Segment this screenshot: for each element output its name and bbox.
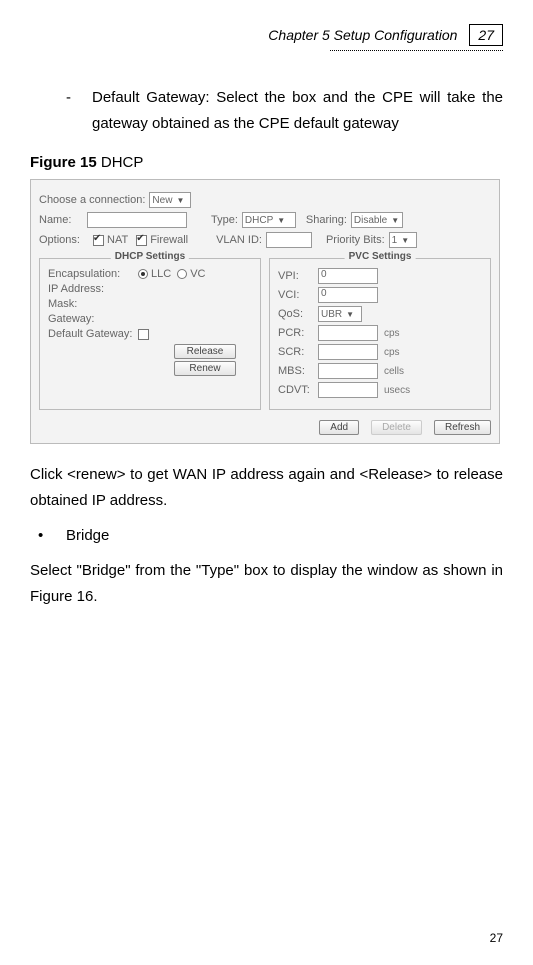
dash-bullet: -: [66, 85, 92, 136]
encap-llc-radio[interactable]: [138, 269, 148, 279]
pcr-unit: cps: [384, 328, 400, 339]
mask-label: Mask:: [48, 298, 138, 310]
mbs-unit: cells: [384, 366, 404, 377]
cdvt-label: CDVT:: [278, 384, 318, 396]
sharing-value: Disable: [354, 215, 387, 226]
choose-connection-select[interactable]: New ▼: [149, 192, 191, 208]
encapsulation-label: Encapsulation:: [48, 268, 138, 280]
mbs-input[interactable]: [318, 363, 378, 379]
pvc-settings-legend: PVC Settings: [345, 251, 416, 262]
priority-select[interactable]: 1 ▼: [389, 232, 417, 248]
default-gateway-checkbox[interactable]: [138, 329, 149, 340]
vci-input[interactable]: 0: [318, 287, 378, 303]
footer-page-number: 27: [490, 931, 503, 945]
sharing-select[interactable]: Disable ▼: [351, 212, 403, 228]
gateway-label: Gateway:: [48, 313, 138, 325]
scr-label: SCR:: [278, 346, 318, 358]
chevron-down-icon: ▼: [346, 310, 354, 319]
encap-vc-label: VC: [190, 268, 205, 280]
qos-select[interactable]: UBR ▼: [318, 306, 362, 322]
pvc-settings-group: PVC Settings VPI:0 VCI:0 QoS: UBR ▼ PCR:…: [269, 258, 491, 410]
firewall-checkbox[interactable]: [136, 235, 147, 246]
header-underline: [330, 50, 503, 51]
bullet-dot: •: [38, 527, 66, 544]
nat-checkbox[interactable]: [93, 235, 104, 246]
options-label: Options:: [39, 234, 89, 246]
vlan-input[interactable]: [266, 232, 312, 248]
vpi-input[interactable]: 0: [318, 268, 378, 284]
encap-vc-radio[interactable]: [177, 269, 187, 279]
chevron-down-icon: ▼: [176, 196, 184, 205]
vpi-label: VPI:: [278, 270, 318, 282]
cdvt-unit: usecs: [384, 385, 410, 396]
chapter-title: Chapter 5 Setup Configuration: [268, 27, 457, 43]
delete-button[interactable]: Delete: [371, 420, 422, 435]
nat-label: NAT: [107, 234, 128, 246]
default-gateway-label: Default Gateway:: [48, 328, 138, 340]
add-button[interactable]: Add: [319, 420, 359, 435]
list-item: - Default Gateway: Select the box and th…: [66, 85, 503, 136]
ip-address-label: IP Address:: [48, 283, 138, 295]
chevron-down-icon: ▼: [401, 236, 409, 245]
chevron-down-icon: ▼: [277, 216, 285, 225]
list-item: • Bridge: [38, 527, 503, 544]
type-value: DHCP: [245, 215, 273, 226]
list-item-text: Bridge: [66, 527, 109, 544]
pcr-label: PCR:: [278, 327, 318, 339]
mbs-label: MBS:: [278, 365, 318, 377]
type-label: Type:: [211, 214, 238, 226]
name-label: Name:: [39, 214, 83, 226]
priority-label: Priority Bits:: [326, 234, 385, 246]
choose-connection-label: Choose a connection:: [39, 194, 145, 206]
qos-value: UBR: [321, 309, 342, 320]
qos-label: QoS:: [278, 308, 318, 320]
cdvt-input[interactable]: [318, 382, 378, 398]
encap-llc-label: LLC: [151, 268, 171, 280]
refresh-button[interactable]: Refresh: [434, 420, 491, 435]
figure-title: DHCP: [97, 154, 144, 171]
release-button[interactable]: Release: [174, 344, 236, 359]
page-header: Chapter 5 Setup Configuration 27: [30, 24, 503, 46]
type-select[interactable]: DHCP ▼: [242, 212, 296, 228]
panel-button-row: Add Delete Refresh: [39, 416, 491, 439]
paragraph: Click <renew> to get WAN IP address agai…: [30, 462, 503, 513]
firewall-label: Firewall: [150, 234, 188, 246]
list-item-text: Default Gateway: Select the box and the …: [92, 85, 503, 136]
sharing-label: Sharing:: [306, 214, 347, 226]
scr-input[interactable]: [318, 344, 378, 360]
pcr-input[interactable]: [318, 325, 378, 341]
figure-number: Figure 15: [30, 154, 97, 171]
dhcp-panel: Choose a connection: New ▼ Name: Type: D…: [30, 179, 500, 444]
paragraph: Select "Bridge" from the "Type" box to d…: [30, 558, 503, 609]
renew-button[interactable]: Renew: [174, 361, 236, 376]
header-page-number: 27: [469, 24, 503, 46]
vci-label: VCI:: [278, 289, 318, 301]
name-input[interactable]: [87, 212, 187, 228]
chevron-down-icon: ▼: [391, 216, 399, 225]
priority-value: 1: [392, 235, 398, 246]
dhcp-settings-legend: DHCP Settings: [111, 251, 189, 262]
vlan-label: VLAN ID:: [216, 234, 262, 246]
dhcp-settings-group: DHCP Settings Encapsulation: LLC VC IP A…: [39, 258, 261, 410]
figure-caption: Figure 15 DHCP: [30, 154, 503, 171]
choose-connection-value: New: [152, 195, 172, 206]
scr-unit: cps: [384, 347, 400, 358]
